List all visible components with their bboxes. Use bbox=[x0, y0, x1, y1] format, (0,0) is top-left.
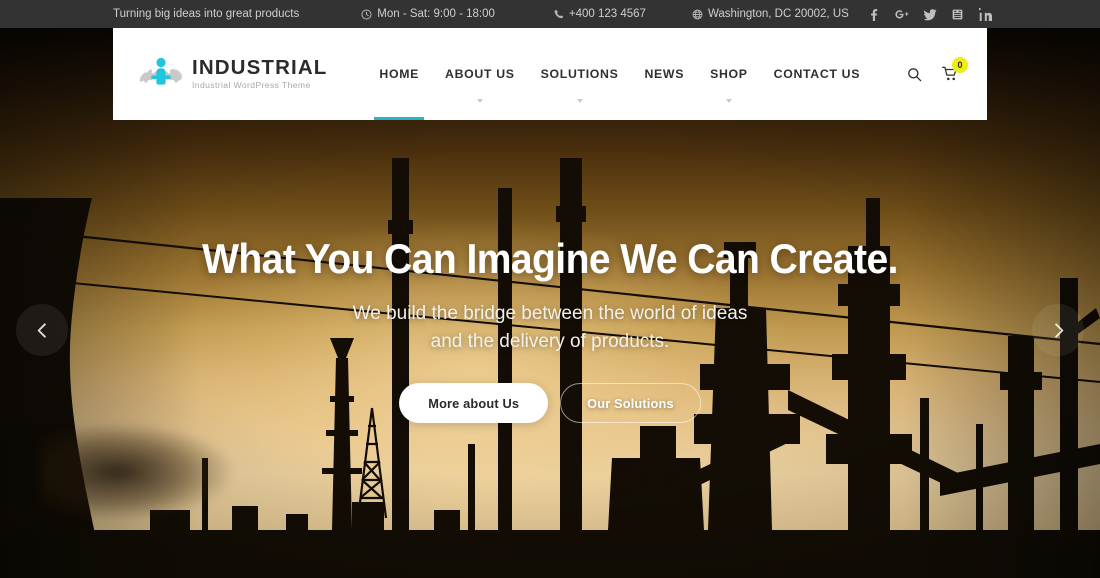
nav-item-news[interactable]: NEWS bbox=[631, 28, 697, 120]
linkedin-icon[interactable] bbox=[979, 7, 992, 21]
topbar-tagline: Turning big ideas into great products bbox=[113, 8, 299, 20]
hero-subtitle-line-2: and the delivery of products. bbox=[430, 330, 670, 352]
industrial-gear-figure-logo-icon bbox=[139, 52, 183, 96]
nav-item-home[interactable]: HOME bbox=[366, 28, 432, 120]
header-actions: 0 bbox=[907, 57, 968, 82]
nav-label-solutions: SOLUTIONS bbox=[540, 67, 619, 81]
chevron-right-icon bbox=[1049, 321, 1068, 340]
google-plus-icon[interactable] bbox=[895, 8, 909, 21]
topbar-hours: Mon - Sat: 9:00 - 18:00 bbox=[361, 8, 495, 20]
topbar-phone-text: +400 123 4567 bbox=[568, 8, 646, 20]
page-root: Turning big ideas into great products Mo… bbox=[0, 0, 1100, 578]
phone-icon bbox=[553, 9, 564, 20]
search-icon[interactable] bbox=[907, 67, 922, 82]
top-info-bar: Turning big ideas into great products Mo… bbox=[0, 0, 1100, 28]
social-links bbox=[867, 7, 992, 21]
nav-item-contact-us[interactable]: CONTACT US bbox=[761, 28, 873, 120]
facebook-icon[interactable] bbox=[867, 8, 880, 21]
site-header: INDUSTRIAL Industrial WordPress Theme HO… bbox=[113, 28, 987, 120]
topbar-hours-text: Mon - Sat: 9:00 - 18:00 bbox=[377, 8, 495, 20]
chevron-down-icon bbox=[576, 99, 583, 103]
clock-icon bbox=[361, 8, 372, 20]
logo-subtitle: Industrial WordPress Theme bbox=[192, 80, 311, 91]
nav-item-about-us[interactable]: ABOUT US bbox=[432, 28, 528, 120]
nav-item-solutions[interactable]: SOLUTIONS bbox=[528, 28, 632, 120]
hero-subtitle-line-1: We build the bridge between the world of… bbox=[352, 303, 748, 325]
topbar-address: Washington, DC 20002, US bbox=[692, 8, 849, 20]
nav-label-news: NEWS bbox=[644, 67, 685, 81]
hero-title: What You Can Imagine We Can Create. bbox=[202, 235, 898, 282]
logo-title: INDUSTRIAL bbox=[192, 55, 328, 79]
chevron-left-icon bbox=[33, 321, 52, 340]
carousel-prev-button[interactable] bbox=[16, 304, 68, 356]
cart-count-badge: 0 bbox=[952, 57, 968, 73]
nav-item-shop[interactable]: SHOP bbox=[697, 28, 761, 120]
carousel-next-button[interactable] bbox=[1032, 304, 1084, 356]
chevron-down-icon bbox=[476, 99, 483, 103]
hero-cta-group: More about Us Our Solutions bbox=[0, 383, 1100, 424]
twitter-icon[interactable] bbox=[923, 8, 937, 21]
logo-text-block: INDUSTRIAL Industrial WordPress Theme bbox=[192, 55, 328, 91]
youtube-icon[interactable] bbox=[951, 8, 964, 21]
more-about-us-button[interactable]: More about Us bbox=[399, 383, 549, 424]
globe-icon bbox=[692, 9, 703, 20]
topbar-phone[interactable]: +400 123 4567 bbox=[553, 8, 646, 20]
topbar-tagline-text: Turning big ideas into great products bbox=[113, 8, 300, 20]
hero-content: What You Can Imagine We Can Create. We b… bbox=[0, 235, 1100, 424]
nav-label-contact-us: CONTACT US bbox=[773, 67, 861, 81]
shopping-cart-icon[interactable]: 0 bbox=[942, 57, 968, 82]
chevron-down-icon bbox=[725, 99, 732, 103]
nav-label-about-us: ABOUT US bbox=[445, 67, 515, 81]
nav-label-shop: SHOP bbox=[710, 67, 748, 81]
topbar-address-text: Washington, DC 20002, US bbox=[707, 8, 849, 20]
nav-label-home: HOME bbox=[379, 67, 420, 81]
hero-subtitle: We build the bridge between the world of… bbox=[0, 300, 1100, 355]
primary-navigation: HOME ABOUT US SOLUTIONS NEWS SHOP CONTAC… bbox=[366, 28, 873, 120]
our-solutions-button[interactable]: Our Solutions bbox=[560, 383, 701, 424]
site-logo[interactable]: INDUSTRIAL Industrial WordPress Theme bbox=[139, 52, 327, 96]
